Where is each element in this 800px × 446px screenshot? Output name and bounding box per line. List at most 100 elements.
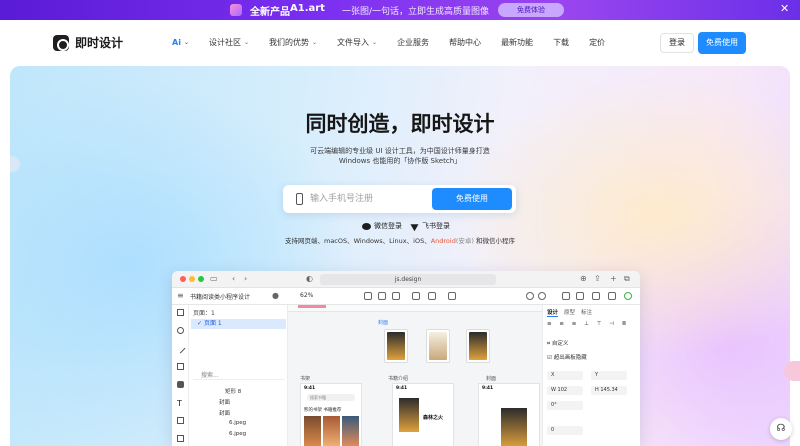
height-value: 145.34: [600, 387, 618, 393]
code-icon: [576, 292, 584, 300]
export-icon: [608, 292, 616, 300]
tab-design[interactable]: 设计: [547, 308, 559, 317]
book-cover[interactable]: [384, 329, 408, 363]
feishu-login-link[interactable]: 飞书登录: [410, 220, 450, 232]
tabs-icon: ⧉: [624, 274, 630, 283]
hero-title: 同时创造，即时设计: [305, 112, 495, 136]
book-cover[interactable]: [466, 329, 490, 363]
nav-item-label: 下载: [553, 38, 570, 47]
book-cover-large: [399, 398, 419, 432]
chevron-left-icon: ‹: [232, 274, 236, 283]
nav-item-new-features[interactable]: 最新功能: [501, 37, 533, 48]
promo-tagline: 一张图/一句话，立即生成高质量图像: [342, 7, 490, 17]
height-field[interactable]: H 145.34: [591, 386, 627, 395]
feedback-tab[interactable]: [784, 361, 800, 381]
selection-label: 封面: [378, 320, 389, 326]
nav-item-import[interactable]: 文件导入 ⌄: [337, 37, 377, 48]
wechat-icon: [362, 222, 371, 230]
avatar-2: [538, 292, 546, 300]
nav-item-label: 定价: [589, 38, 606, 47]
align-controls[interactable]: ≡ ≡ ≡ ⊥ ⊤ ⊣ ≣: [547, 321, 629, 327]
feishu-login-label: 飞书登录: [422, 222, 450, 230]
nav-item-community[interactable]: 设计社区 ⌄: [209, 37, 249, 48]
brand-logo[interactable]: 即时设计: [53, 34, 123, 51]
phone-artboard[interactable]: 9:41 搜索书籍 熊的书架 书籍推荐: [300, 383, 362, 446]
frame-preset-label: 自定义: [551, 341, 569, 347]
chevron-down-icon: ⌄: [312, 39, 318, 46]
editor-toolbar: ≡ 书籍阅读类小程序设计 ● 62%: [172, 288, 640, 305]
rotation-field[interactable]: 0°: [547, 401, 583, 410]
sidebar-icon: ▭: [210, 274, 218, 283]
artboard-label: 封面: [486, 376, 497, 382]
pages-label: 页面：1: [193, 310, 215, 317]
free-use-button[interactable]: 免费使用: [698, 32, 746, 54]
y-field[interactable]: Y: [591, 371, 627, 380]
layer-item[interactable]: 封面: [219, 409, 230, 417]
nav-item-label: Ai: [172, 38, 181, 47]
layer-search-input[interactable]: 搜索...: [193, 370, 285, 380]
design-canvas[interactable]: 封面 书架 书籍介绍 封面 9:41 搜索书籍 熊的书架 书籍推荐 9:41 森…: [288, 305, 542, 446]
clip-content-checkbox[interactable]: ☑ 超出画板隐藏: [547, 353, 587, 361]
nav-item-label: 文件导入: [337, 38, 370, 47]
layer-item[interactable]: 6.jpeg: [229, 420, 246, 426]
inspector-panel: 设计 原型 标注 ≡ ≡ ≡ ⊥ ⊤ ⊣ ≣ ⌗ 自定义 ☑ 超出画板隐藏 X …: [542, 305, 640, 446]
tab-prototype[interactable]: 原型: [564, 308, 575, 317]
wechat-login-link[interactable]: 微信登录: [362, 221, 402, 231]
clip-content-label: 超出画板隐藏: [553, 355, 587, 361]
nav-item-label: 我们的优势: [269, 38, 309, 47]
phone-time: 9:41: [304, 386, 316, 391]
nav-item-advantages[interactable]: 我们的优势 ⌄: [269, 37, 317, 48]
layer-item[interactable]: 矩形 8: [225, 387, 241, 395]
book-cover[interactable]: [426, 329, 450, 363]
width-field[interactable]: W 102: [547, 386, 583, 395]
top-nav: 即时设计 Ai ⌄ 设计社区 ⌄ 我们的优势 ⌄ 文件导入 ⌄ 企业服务 帮助中心 最新…: [0, 20, 800, 66]
text-tool-icon: [392, 292, 400, 300]
width-value: 102: [557, 387, 568, 393]
close-icon[interactable]: ✕: [780, 2, 789, 15]
nav-item-label: 帮助中心: [449, 38, 482, 47]
close-window-icon: [180, 276, 186, 282]
width-label: W: [551, 387, 556, 393]
wechat-login-label: 微信登录: [374, 222, 402, 230]
frame-preset[interactable]: ⌗ 自定义: [547, 339, 568, 348]
component-icon: [412, 292, 420, 300]
headset-icon[interactable]: ☊: [770, 418, 792, 440]
boolean-icon: [428, 292, 436, 300]
layer-item[interactable]: 6.jpeg: [229, 431, 246, 437]
nav-item-pricing[interactable]: 定价: [589, 37, 605, 48]
book-thumb: [342, 416, 359, 446]
zoom-level: 62%: [300, 292, 314, 299]
phone-input[interactable]: [310, 191, 430, 207]
signup-form: 免费使用: [283, 185, 516, 213]
line-tool-icon: [175, 343, 186, 354]
platforms-text: 支持网页端、macOS、Windows、Linux、iOS、: [284, 237, 431, 245]
document-name: 书籍阅读类小程序设计: [190, 294, 251, 301]
play-icon: [592, 292, 600, 300]
phone-artboard[interactable]: 9:41 森林之火: [392, 383, 454, 446]
pen-tool-icon: [177, 363, 184, 370]
tab-annotate[interactable]: 标注: [581, 308, 592, 317]
signup-button[interactable]: 免费使用: [432, 188, 512, 210]
book-cover-large: [501, 408, 527, 446]
promo-cta-button[interactable]: 免费体验: [498, 3, 564, 17]
promo-banner[interactable]: 全新产品 A1.art 一张图/一句话，立即生成高质量图像 免费体验 ✕: [0, 0, 800, 20]
phone-artboard[interactable]: 9:41: [478, 383, 540, 446]
top-ruler: [288, 305, 542, 312]
phone-time: 9:41: [482, 386, 494, 391]
radius-field[interactable]: 0: [547, 426, 583, 435]
nav-item-enterprise[interactable]: 企业服务: [397, 37, 429, 48]
hero-section: 同时创造，即时设计 可云端编辑的专业级 UI 设计工具，为中国设计师量身打造 W…: [10, 66, 790, 446]
nav-item-download[interactable]: 下载: [553, 37, 569, 48]
nav-item-help[interactable]: 帮助中心: [449, 37, 481, 48]
x-field[interactable]: X: [547, 371, 583, 380]
layer-item[interactable]: 封面: [219, 398, 230, 406]
nav-item-ai[interactable]: Ai ⌄: [172, 37, 189, 48]
share-icon: ⇪: [594, 274, 601, 283]
saved-check-icon: [624, 292, 632, 300]
book-thumb: [304, 416, 321, 446]
phone-tabs: 熊的书架 书籍推荐: [304, 408, 342, 413]
height-label: H: [595, 387, 599, 393]
app-preview-window: ▭ ‹ › ◐ js.design ⊕ ⇪ + ⧉ ≡ 书籍阅读类小程序设计 ●…: [172, 271, 640, 446]
login-button[interactable]: 登录: [660, 33, 694, 53]
page-item[interactable]: ✓ 页面 1: [191, 319, 286, 329]
